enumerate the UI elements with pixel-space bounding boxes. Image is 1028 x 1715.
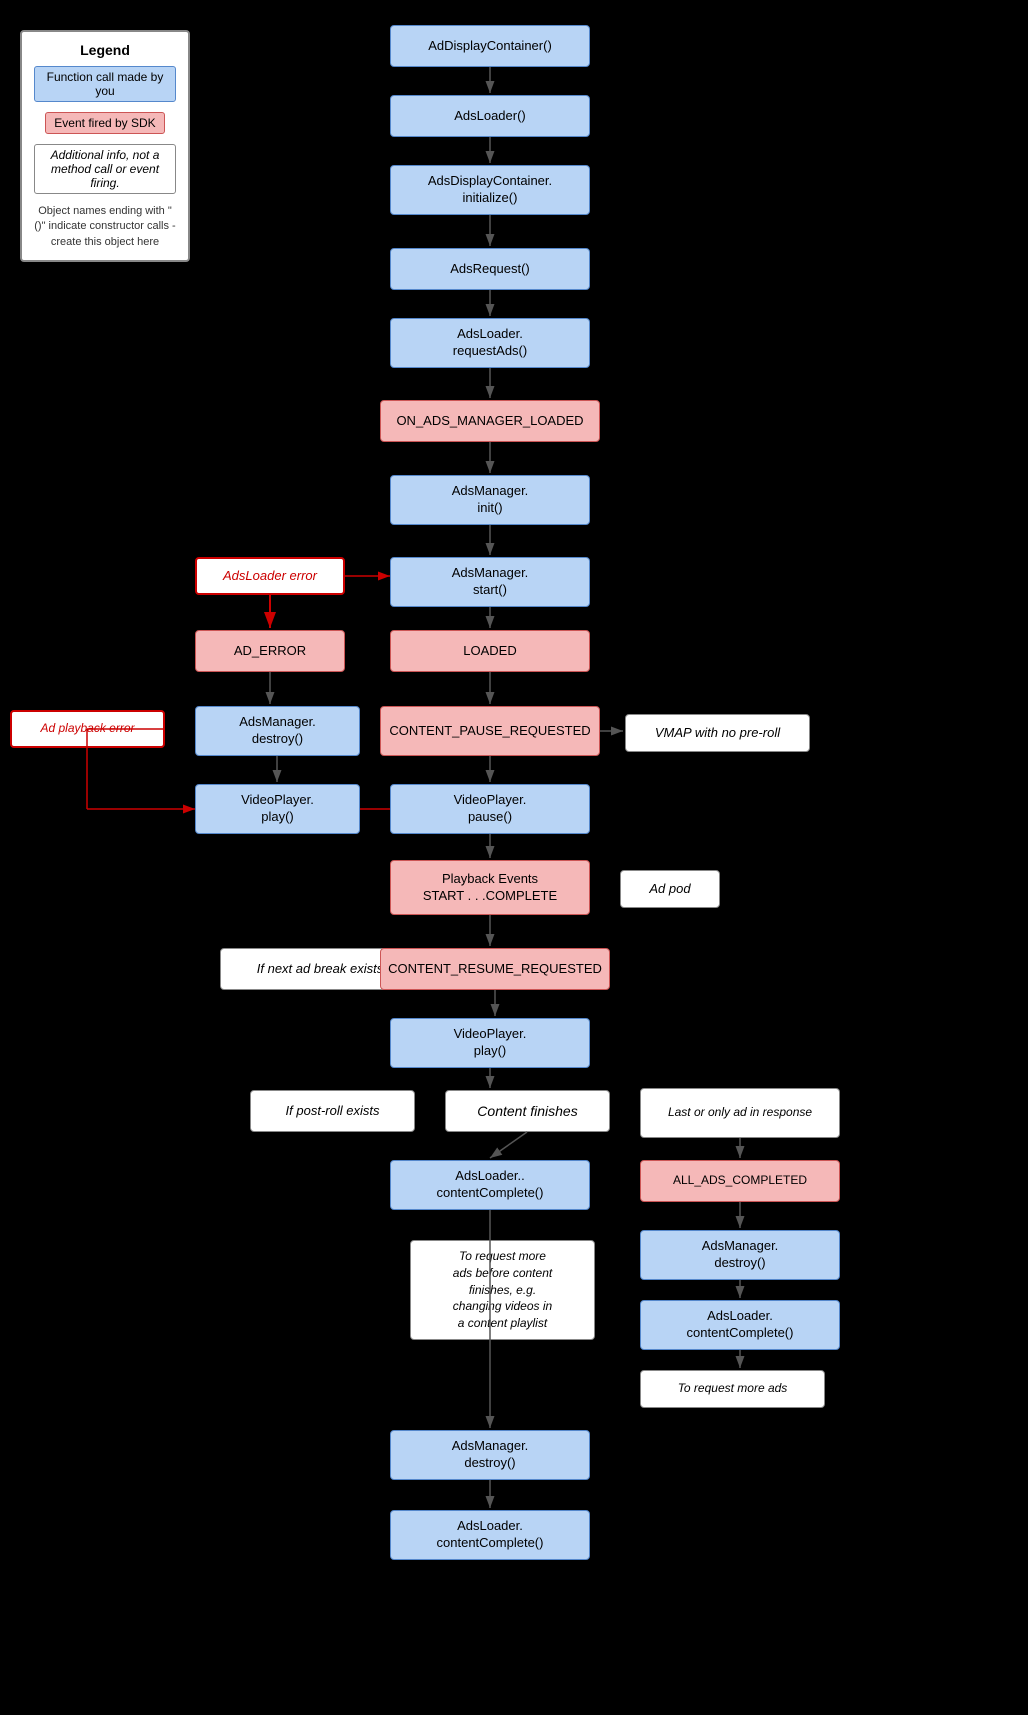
ad-playback-error-box: Ad playback error [10, 710, 165, 748]
last-only-ad-box: Last or only ad in response [640, 1088, 840, 1138]
playback-events-box: Playback Events START . . .COMPLETE [390, 860, 590, 915]
ad-error-box: AD_ERROR [195, 630, 345, 672]
content-pause-requested-box: CONTENT_PAUSE_REQUESTED [380, 706, 600, 756]
ad-pod-box: Ad pod [620, 870, 720, 908]
legend-italic-item: Additional info, not a method call or ev… [34, 144, 176, 198]
legend-pink-item: Event fired by SDK [34, 112, 176, 138]
legend: Legend Function call made by you Event f… [20, 30, 190, 262]
ads-display-container-init-box: AdsDisplayContainer. initialize() [390, 165, 590, 215]
ad-display-container-box: AdDisplayContainer() [390, 25, 590, 67]
ads-loader-content-complete3-box: AdsLoader. contentComplete() [390, 1510, 590, 1560]
legend-blue-box: Function call made by you [34, 66, 176, 102]
legend-note: Object names ending with "()" indicate c… [34, 204, 176, 250]
ads-loader-request-ads-box: AdsLoader. requestAds() [390, 318, 590, 368]
legend-italic-box: Additional info, not a method call or ev… [34, 144, 176, 194]
to-request-more-ads-note-box: To request more ads before content finis… [410, 1240, 595, 1340]
content-finishes-box: Content finishes [445, 1090, 610, 1132]
ads-loader-error-box: AdsLoader error [195, 557, 345, 595]
all-ads-completed-box: ALL_ADS_COMPLETED [640, 1160, 840, 1202]
ads-manager-start-box: AdsManager. start() [390, 557, 590, 607]
ads-loader-content-complete2-box: AdsLoader. contentComplete() [640, 1300, 840, 1350]
to-request-more-ads-box: To request more ads [640, 1370, 825, 1408]
video-player-play1-box: VideoPlayer. play() [195, 784, 360, 834]
ads-manager-destroy2-box: AdsManager. destroy() [640, 1230, 840, 1280]
legend-title: Legend [34, 42, 176, 58]
ads-loader-content-complete1-box: AdsLoader.. contentComplete() [390, 1160, 590, 1210]
if-post-roll-box: If post-roll exists [250, 1090, 415, 1132]
video-player-pause-box: VideoPlayer. pause() [390, 784, 590, 834]
ads-loader-box: AdsLoader() [390, 95, 590, 137]
on-ads-manager-loaded-box: ON_ADS_MANAGER_LOADED [380, 400, 600, 442]
ads-request-box: AdsRequest() [390, 248, 590, 290]
ads-manager-init-box: AdsManager. init() [390, 475, 590, 525]
ads-manager-destroy3-box: AdsManager. destroy() [390, 1430, 590, 1480]
diagram-container: Legend Function call made by you Event f… [0, 0, 1028, 1715]
video-player-play2-box: VideoPlayer. play() [390, 1018, 590, 1068]
legend-blue-item: Function call made by you [34, 66, 176, 106]
ads-manager-destroy1-box: AdsManager. destroy() [195, 706, 360, 756]
loaded-box: LOADED [390, 630, 590, 672]
vmap-no-preroll-box: VMAP with no pre-roll [625, 714, 810, 752]
content-resume-requested-box: CONTENT_RESUME_REQUESTED [380, 948, 610, 990]
legend-pink-box: Event fired by SDK [45, 112, 164, 134]
